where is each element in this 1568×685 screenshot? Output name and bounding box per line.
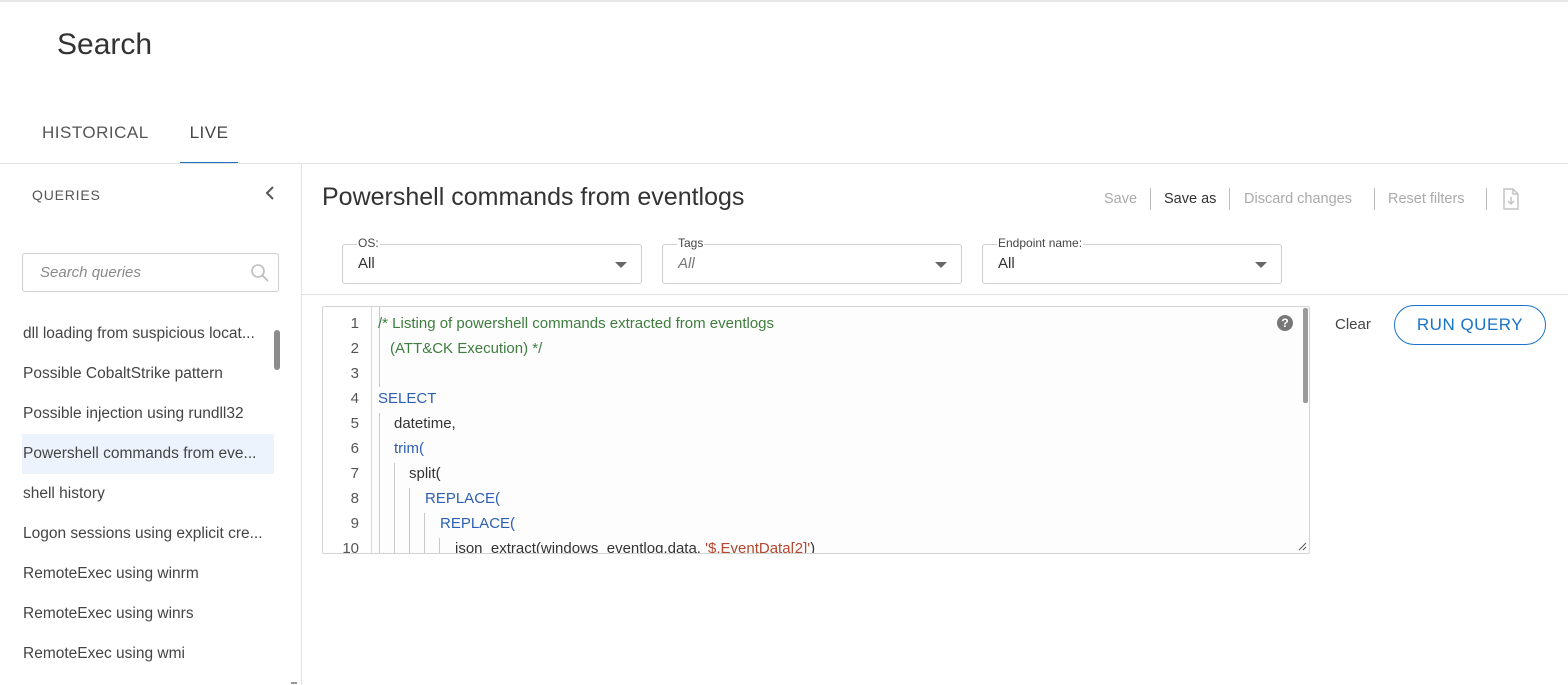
code-line: SELECT — [378, 390, 437, 407]
code-line: json_extract(windows_eventlog.data, '$.E… — [455, 540, 816, 554]
line-number: 3 — [350, 365, 359, 382]
line-number: 2 — [350, 340, 359, 357]
top-border — [0, 0, 1568, 2]
chevron-down-icon — [935, 262, 947, 268]
list-item[interactable]: RemoteExec using winrs — [22, 594, 274, 634]
line-number: 8 — [350, 490, 359, 507]
queries-sidebar: QUERIES dll loading from suspicious loca… — [0, 164, 302, 685]
reset-filters-button[interactable]: Reset filters — [1388, 191, 1465, 207]
tab-live[interactable]: LIVE — [180, 110, 238, 164]
line-number: 1 — [350, 315, 359, 332]
code-line: REPLACE( — [425, 490, 501, 507]
list-item[interactable]: shell history — [22, 474, 274, 514]
editor-scrollbar[interactable] — [1303, 308, 1308, 403]
code-line: (ATT&CK Execution) */ — [390, 340, 543, 357]
search-queries-input[interactable] — [38, 263, 252, 282]
line-number: 4 — [350, 390, 359, 407]
code-line: trim( — [394, 440, 424, 457]
line-number-gutter: 1 2 3 4 5 6 7 8 9 10 — [323, 307, 372, 553]
list-item[interactable]: RemoteExec using winrm — [22, 554, 274, 594]
list-item[interactable]: Logon sessions using explicit cre... — [22, 514, 274, 554]
separator — [1150, 188, 1151, 210]
endpoint-filter-value: All — [998, 255, 1015, 272]
chevron-left-icon — [265, 186, 274, 200]
tags-filter-select[interactable]: All — [662, 244, 962, 284]
indent-guide — [439, 538, 440, 553]
code-token: json_extract(windows_eventlog.data, — [455, 540, 706, 554]
clear-button[interactable]: Clear — [1335, 316, 1371, 333]
tags-filter-label: Tags — [677, 236, 705, 250]
line-number: 9 — [350, 515, 359, 532]
list-item-selected[interactable]: Powershell commands from eve... — [22, 434, 274, 474]
query-title: Powershell commands from eventlogs — [322, 183, 745, 211]
code-area[interactable]: /* Listing of powershell commands extrac… — [378, 307, 1297, 553]
code-string: '$.EventData[2]' — [705, 540, 811, 554]
divider — [302, 294, 1568, 295]
search-queries-box — [22, 253, 279, 292]
run-query-button[interactable]: RUN QUERY — [1394, 305, 1546, 345]
queries-list: dll loading from suspicious locat... Pos… — [22, 314, 274, 674]
separator — [1229, 188, 1230, 210]
list-item[interactable]: RemoteExec using wmi — [22, 634, 274, 674]
code-token: ) — [810, 540, 816, 554]
indent-guide — [424, 513, 425, 553]
export-icon[interactable] — [1502, 188, 1520, 210]
save-as-button[interactable]: Save as — [1164, 191, 1216, 207]
scroll-indicator — [291, 682, 297, 684]
queries-scrollbar[interactable] — [274, 330, 280, 370]
indent-guide — [409, 488, 410, 553]
os-filter-label: OS: — [357, 236, 380, 250]
separator — [1374, 188, 1375, 210]
chevron-down-icon — [615, 262, 627, 268]
chevron-down-icon — [1255, 262, 1267, 268]
list-item[interactable]: dll loading from suspicious locat... — [22, 314, 274, 354]
indent-guide — [379, 413, 380, 553]
endpoint-filter-select[interactable]: All — [982, 244, 1282, 284]
collapse-sidebar-button[interactable] — [262, 184, 278, 202]
code-line: split( — [409, 465, 441, 482]
line-number: 6 — [350, 440, 359, 457]
os-filter-value: All — [358, 255, 375, 272]
page-title: Search — [57, 28, 153, 61]
list-item[interactable]: Possible CobaltStrike pattern — [22, 354, 274, 394]
tab-bar: HISTORICAL LIVE — [0, 110, 1568, 164]
code-line: /* Listing of powershell commands extrac… — [378, 315, 775, 332]
separator — [1486, 188, 1487, 210]
indent-guide — [394, 463, 395, 553]
endpoint-filter-label: Endpoint name: — [997, 236, 1084, 250]
resize-handle-icon[interactable] — [1297, 541, 1307, 551]
save-button[interactable]: Save — [1104, 191, 1137, 207]
query-editor[interactable]: 1 2 3 4 5 6 7 8 9 10 /* Listing of power… — [322, 306, 1310, 554]
list-item[interactable]: Possible injection using rundll32 — [22, 394, 274, 434]
line-number: 10 — [342, 540, 359, 554]
search-icon[interactable] — [250, 263, 270, 283]
code-line: datetime, — [394, 415, 456, 432]
tags-filter-value: All — [678, 255, 695, 272]
code-line: REPLACE( — [440, 515, 516, 532]
tab-historical[interactable]: HISTORICAL — [42, 110, 149, 162]
line-number: 5 — [350, 415, 359, 432]
help-icon[interactable]: ? — [1277, 315, 1293, 331]
os-filter-select[interactable]: All — [342, 244, 642, 284]
discard-changes-button[interactable]: Discard changes — [1244, 191, 1352, 207]
line-number: 7 — [350, 465, 359, 482]
queries-heading: QUERIES — [32, 187, 101, 203]
